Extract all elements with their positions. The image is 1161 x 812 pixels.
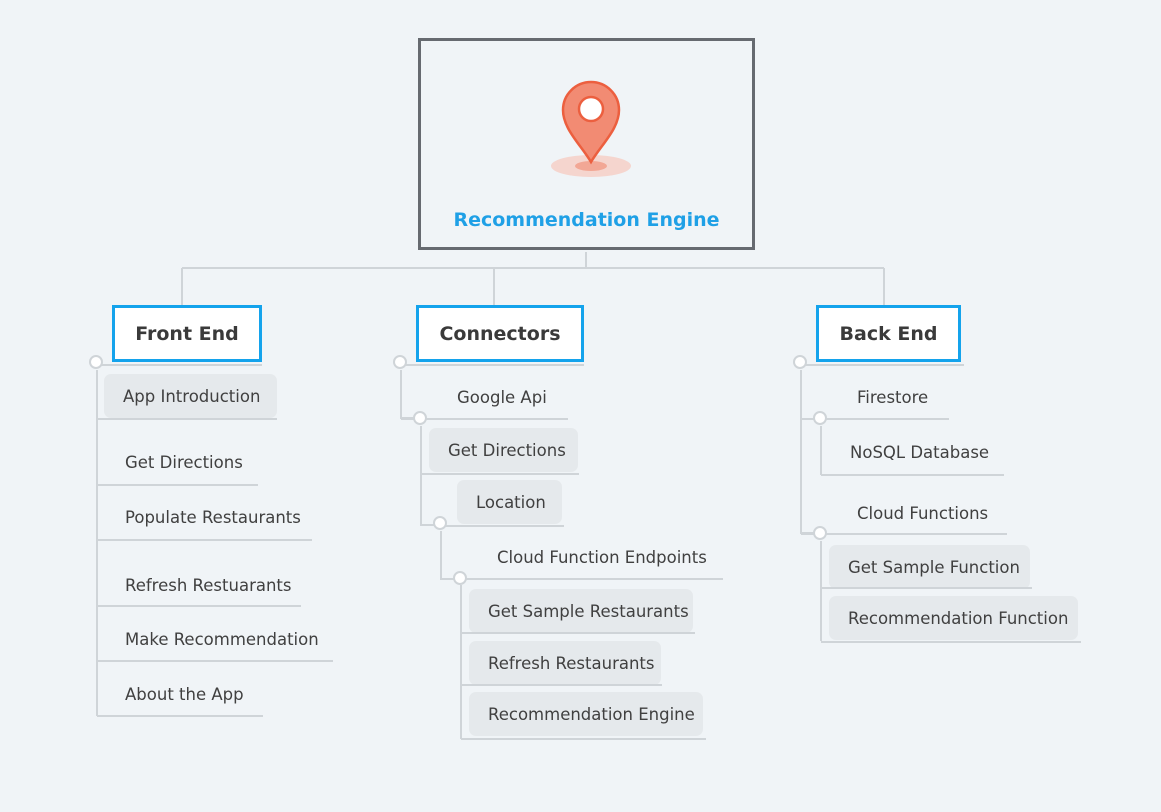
topic-app-introduction[interactable]: App Introduction xyxy=(104,374,277,418)
mind-map-canvas: Recommendation Engine Front End Connecto… xyxy=(0,0,1161,812)
topic-populate-restaurants[interactable]: Populate Restaurants xyxy=(106,495,306,539)
topic-underline xyxy=(441,525,564,527)
topic-underline xyxy=(821,587,1032,589)
topic-about-the-app[interactable]: About the App xyxy=(106,672,256,716)
topic-underline xyxy=(821,474,1004,476)
topic-nosql-database[interactable]: NoSQL Database xyxy=(831,430,1001,474)
branch-underline xyxy=(401,364,584,366)
topic-refresh-restuarants[interactable]: Refresh Restuarants xyxy=(106,563,296,607)
topic-underline xyxy=(97,660,333,662)
collapse-toggle[interactable] xyxy=(413,411,427,425)
collapse-toggle[interactable] xyxy=(813,526,827,540)
topic-location[interactable]: Location xyxy=(457,480,562,524)
topic-underline xyxy=(97,418,277,420)
topic-get-directions[interactable]: Get Directions xyxy=(429,428,578,472)
branch-back-end[interactable]: Back End xyxy=(816,305,961,362)
collapse-toggle[interactable] xyxy=(89,355,103,369)
collapse-toggle[interactable] xyxy=(393,355,407,369)
topic-refresh-restaurants[interactable]: Refresh Restaurants xyxy=(469,641,661,685)
topic-underline xyxy=(821,641,1081,643)
topic-recommendation-function[interactable]: Recommendation Function xyxy=(829,596,1078,640)
topic-get-directions[interactable]: Get Directions xyxy=(106,440,256,484)
topic-underline xyxy=(461,632,695,634)
map-pin-icon xyxy=(551,80,631,177)
topic-underline xyxy=(97,539,312,541)
topic-firestore[interactable]: Firestore xyxy=(838,375,948,419)
topic-underline xyxy=(461,738,706,740)
topic-underline xyxy=(97,484,258,486)
root-topic[interactable]: Recommendation Engine xyxy=(418,38,755,250)
topic-underline xyxy=(801,533,1007,535)
collapse-toggle[interactable] xyxy=(453,571,467,585)
collapse-toggle[interactable] xyxy=(433,516,447,530)
topic-google-api[interactable]: Google Api xyxy=(438,375,566,419)
collapse-toggle[interactable] xyxy=(793,355,807,369)
topic-cloud-function-endpoints[interactable]: Cloud Function Endpoints xyxy=(478,535,718,579)
branch-underline xyxy=(97,364,262,366)
topic-get-sample-restaurants[interactable]: Get Sample Restaurants xyxy=(469,589,693,633)
topic-underline xyxy=(97,715,263,717)
branch-connectors[interactable]: Connectors xyxy=(416,305,584,362)
topic-get-sample-function[interactable]: Get Sample Function xyxy=(829,545,1030,589)
collapse-toggle[interactable] xyxy=(813,411,827,425)
branch-underline xyxy=(801,364,964,366)
topic-make-recommendation[interactable]: Make Recommendation xyxy=(106,617,326,661)
topic-underline xyxy=(97,605,301,607)
topic-underline xyxy=(461,684,662,686)
topic-underline xyxy=(441,578,723,580)
root-title: Recommendation Engine xyxy=(453,209,720,231)
topic-recommendation-engine[interactable]: Recommendation Engine xyxy=(469,692,703,736)
branch-front-end[interactable]: Front End xyxy=(112,305,262,362)
topic-underline xyxy=(421,473,579,475)
topic-cloud-functions[interactable]: Cloud Functions xyxy=(838,491,1003,535)
